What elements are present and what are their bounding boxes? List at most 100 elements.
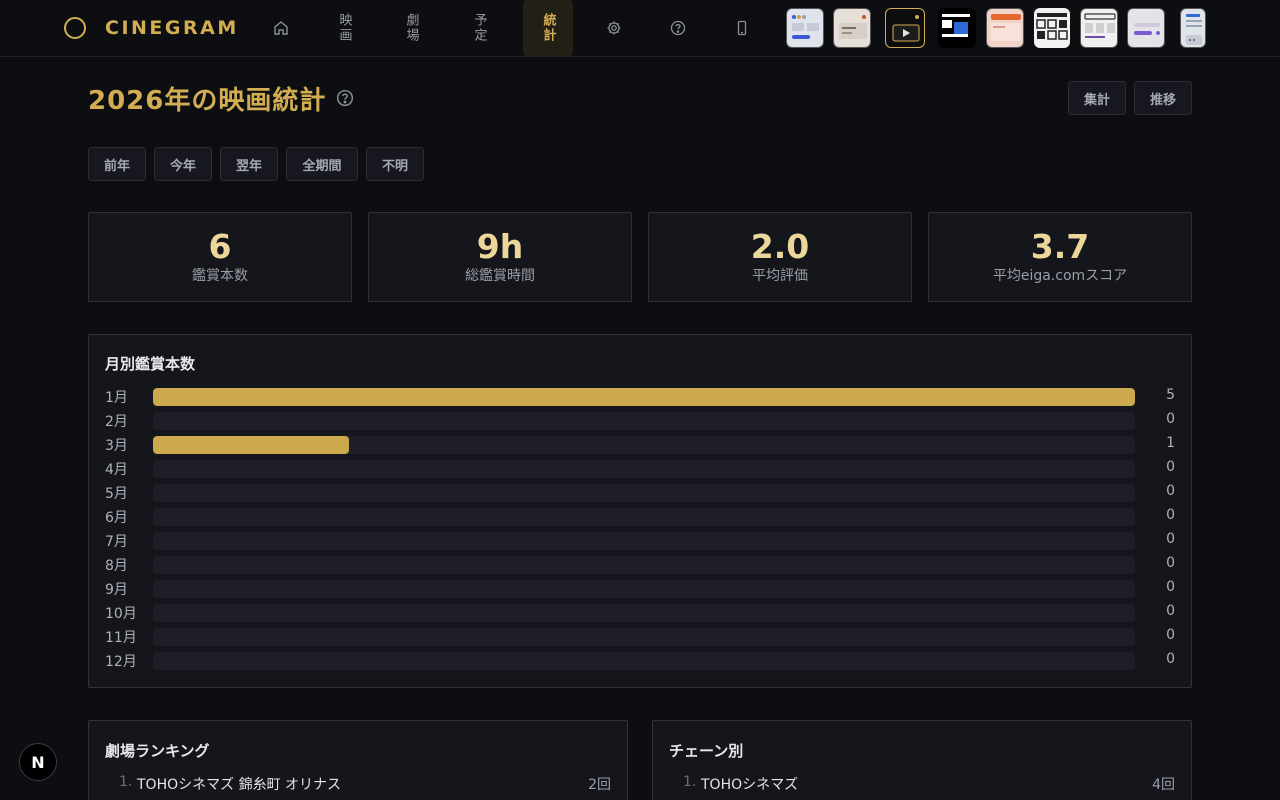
theme-dark-blocks-icon[interactable]	[938, 8, 976, 48]
bar-count-label: 0	[1166, 459, 1175, 475]
bar-row: 3月 1	[105, 434, 1175, 454]
bar-track	[153, 412, 1135, 430]
page-title-row: 2026年の映画統計	[88, 80, 354, 116]
bar-row: 6月 0	[105, 506, 1175, 526]
bar-count-label: 0	[1166, 483, 1175, 499]
bar-track	[153, 532, 1135, 550]
next-year-button[interactable]: 翌年	[220, 147, 278, 181]
theme-pills-icon[interactable]	[1127, 8, 1165, 48]
bar-month-label: 1月	[105, 390, 128, 406]
logo-ring-icon	[64, 17, 86, 39]
bar-row: 5月 0	[105, 482, 1175, 502]
bar-row: 11月 0	[105, 626, 1175, 646]
list-item[interactable]: 1. TOHOシネマズ 錦糸町 オリナス 2回	[105, 774, 611, 794]
bar-month-label: 2月	[105, 414, 128, 430]
stat-value: 3.7	[1030, 227, 1090, 266]
bar-month-label: 11月	[105, 630, 137, 646]
stat-value: 6	[208, 227, 232, 266]
unknown-year-button[interactable]: 不明	[366, 147, 424, 181]
bar-row: 2月 0	[105, 410, 1175, 430]
bar-track	[153, 508, 1135, 526]
stat-label: 平均eiga.comスコア	[992, 268, 1128, 284]
theme-peach-icon[interactable]	[986, 8, 1024, 48]
stat-value: 9h	[476, 227, 524, 266]
theme-list-icon[interactable]	[1080, 8, 1118, 48]
trend-view-button[interactable]: 推移	[1134, 81, 1192, 115]
bar-track	[153, 556, 1135, 574]
bar-month-label: 7月	[105, 534, 128, 550]
bar-count-label: 0	[1166, 579, 1175, 595]
theme-grid-icon[interactable]	[1034, 8, 1070, 48]
logo-text: CINEGRAM	[105, 17, 239, 39]
bar-track	[153, 604, 1135, 622]
bar-month-label: 3月	[105, 438, 128, 454]
nextjs-devtools-button[interactable]: N	[19, 743, 57, 781]
help-circle-icon[interactable]	[664, 14, 692, 42]
bar-row: 7月 0	[105, 530, 1175, 550]
bar-month-label: 8月	[105, 558, 128, 574]
stat-label: 平均評価	[752, 268, 808, 284]
rank-number: 1.	[683, 774, 697, 790]
stat-card-total-time: 9h 総鑑賞時間	[368, 212, 632, 302]
summary-view-button[interactable]: 集計	[1068, 81, 1126, 115]
page-title: 2026年の映画統計	[88, 85, 327, 116]
nav-item-schedule[interactable]: 予定	[454, 0, 504, 56]
monthly-chart-panel: 月別鑑賞本数 1月 5 2月 0 3月 1 4月 0 5月 0 6月 0 7月 0 8月 0 9月 0 10月 0 11…	[88, 334, 1192, 688]
gear-icon[interactable]	[600, 14, 628, 42]
bar-row: 10月 0	[105, 602, 1175, 622]
bar-row: 8月 0	[105, 554, 1175, 574]
stat-value: 2.0	[750, 227, 810, 266]
theater-ranking-title: 劇場ランキング	[105, 742, 210, 760]
stat-card-avg-rating: 2.0 平均評価	[648, 212, 912, 302]
bar-count-label: 0	[1166, 507, 1175, 523]
bar-count-label: 0	[1166, 651, 1175, 667]
bar-track	[153, 436, 1135, 454]
this-year-button[interactable]: 今年	[154, 147, 212, 181]
theme-player-icon[interactable]	[885, 8, 925, 48]
bar-row: 1月 5	[105, 386, 1175, 406]
chain-ranking-panel: チェーン別 1. TOHOシネマズ 4回	[652, 720, 1192, 800]
prev-year-button[interactable]: 前年	[88, 147, 146, 181]
nav-item-movies[interactable]: 映画	[319, 0, 369, 56]
bar-track	[153, 484, 1135, 502]
bar-count-label: 5	[1166, 387, 1175, 403]
bar-row: 4月 0	[105, 458, 1175, 478]
bar-month-label: 6月	[105, 510, 128, 526]
bar-month-label: 12月	[105, 654, 137, 670]
visit-count: 2回	[588, 777, 611, 793]
help-circle-icon[interactable]	[336, 89, 354, 107]
bar-row: 12月 0	[105, 650, 1175, 670]
bar-count-label: 0	[1166, 411, 1175, 427]
home-icon[interactable]	[267, 14, 295, 42]
bar-month-label: 10月	[105, 606, 137, 622]
bar-track	[153, 460, 1135, 478]
stat-label: 総鑑賞時間	[465, 268, 535, 284]
monthly-chart-title: 月別鑑賞本数	[105, 355, 196, 373]
nav-item-theaters[interactable]: 劇場	[386, 0, 436, 56]
stat-label: 鑑賞本数	[192, 268, 248, 284]
bar	[153, 436, 349, 454]
theme-dashboard-icon[interactable]	[786, 8, 824, 48]
bar-track	[153, 388, 1135, 406]
bar-month-label: 5月	[105, 486, 128, 502]
stat-card-avg-eiga-score: 3.7 平均eiga.comスコア	[928, 212, 1192, 302]
bar-count-label: 0	[1166, 603, 1175, 619]
bar-count-label: 0	[1166, 627, 1175, 643]
top-nav: CINEGRAM 映画 劇場 予定 統計	[0, 0, 1280, 57]
nav-item-stats[interactable]: 統計	[523, 0, 573, 56]
visit-count: 4回	[1152, 777, 1175, 793]
bar-track	[153, 580, 1135, 598]
list-item[interactable]: 1. TOHOシネマズ 4回	[669, 774, 1175, 794]
theme-mobile-icon[interactable]	[1180, 8, 1206, 48]
bar-count-label: 1	[1166, 435, 1175, 451]
rank-number: 1.	[119, 774, 133, 790]
bar-count-label: 0	[1166, 531, 1175, 547]
bar-track	[153, 652, 1135, 670]
bar-month-label: 9月	[105, 582, 128, 598]
bar-track	[153, 628, 1135, 646]
all-time-button[interactable]: 全期間	[286, 147, 358, 181]
chain-name: TOHOシネマズ	[701, 777, 799, 793]
smartphone-icon[interactable]	[728, 14, 756, 42]
theme-document-icon[interactable]	[833, 8, 871, 48]
app-logo[interactable]: CINEGRAM	[64, 16, 239, 40]
